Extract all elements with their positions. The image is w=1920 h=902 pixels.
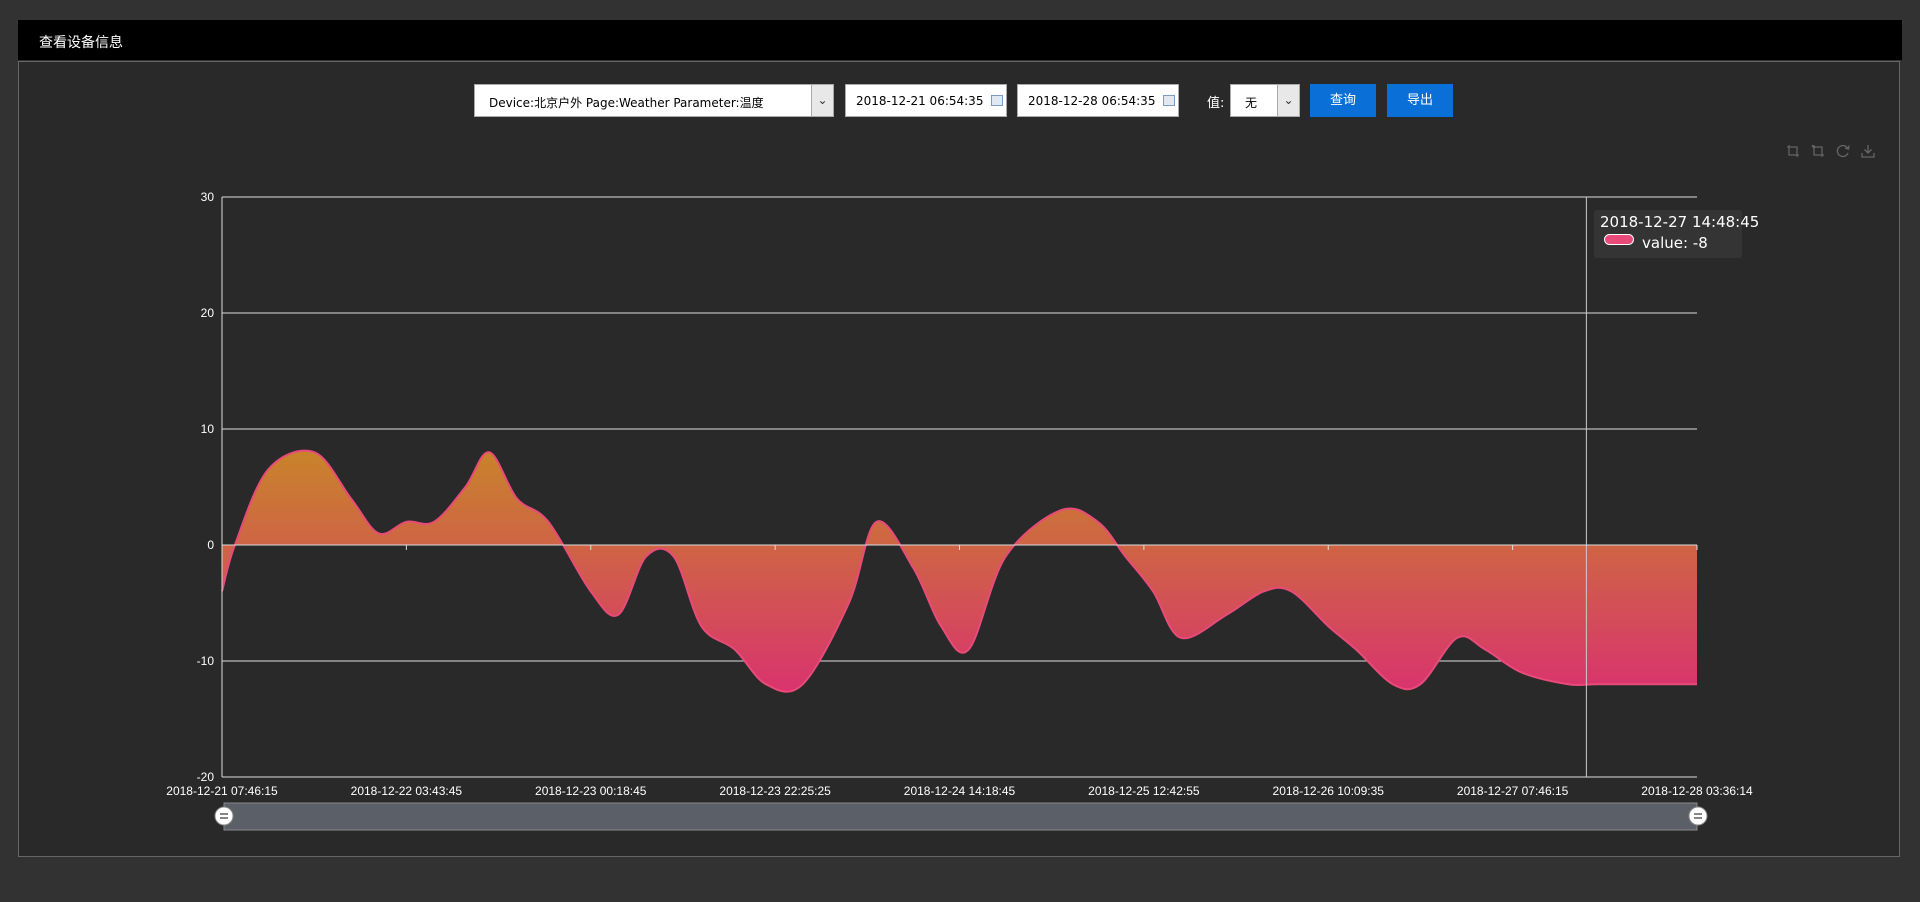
- x-tick-label: 2018-12-26 10:09:35: [1273, 784, 1385, 798]
- tooltip-value: value: -8: [1642, 234, 1708, 252]
- y-tick-label: 20: [201, 306, 215, 320]
- x-tick-label: 2018-12-25 12:42:55: [1088, 784, 1200, 798]
- y-tick-label: -10: [197, 654, 215, 668]
- tooltip-series-marker: [1604, 234, 1634, 245]
- temperature-chart: -20 -10 0 10 20 30 2018-12-21 07:46:15 2018-12…: [166, 190, 1753, 831]
- x-tick-label: 2018-12-22 03:43:45: [351, 784, 463, 798]
- tooltip-time: 2018-12-27 14:48:45: [1600, 213, 1760, 231]
- chart-tooltip: 2018-12-27 14:48:45 value: -8: [1594, 210, 1759, 258]
- y-tick-label: 30: [201, 190, 215, 204]
- x-tick-label: 2018-12-21 07:46:15: [166, 784, 278, 798]
- zoom-handle-start[interactable]: [214, 806, 234, 826]
- data-zoom-slider: [223, 802, 1698, 831]
- y-tick-label: 0: [207, 538, 214, 552]
- x-tick-label: 2018-12-28 03:36:14: [1641, 784, 1753, 798]
- x-tick-label: 2018-12-27 07:46:15: [1457, 784, 1569, 798]
- zoom-handle-end[interactable]: [1688, 806, 1708, 826]
- series-area: [222, 450, 1697, 692]
- y-tick-label: -20: [197, 770, 215, 784]
- x-tick-label: 2018-12-24 14:18:45: [904, 784, 1016, 798]
- x-tick-label: 2018-12-23 00:18:45: [535, 784, 647, 798]
- x-tick-label: 2018-12-23 22:25:25: [719, 784, 831, 798]
- y-tick-label: 10: [201, 422, 215, 436]
